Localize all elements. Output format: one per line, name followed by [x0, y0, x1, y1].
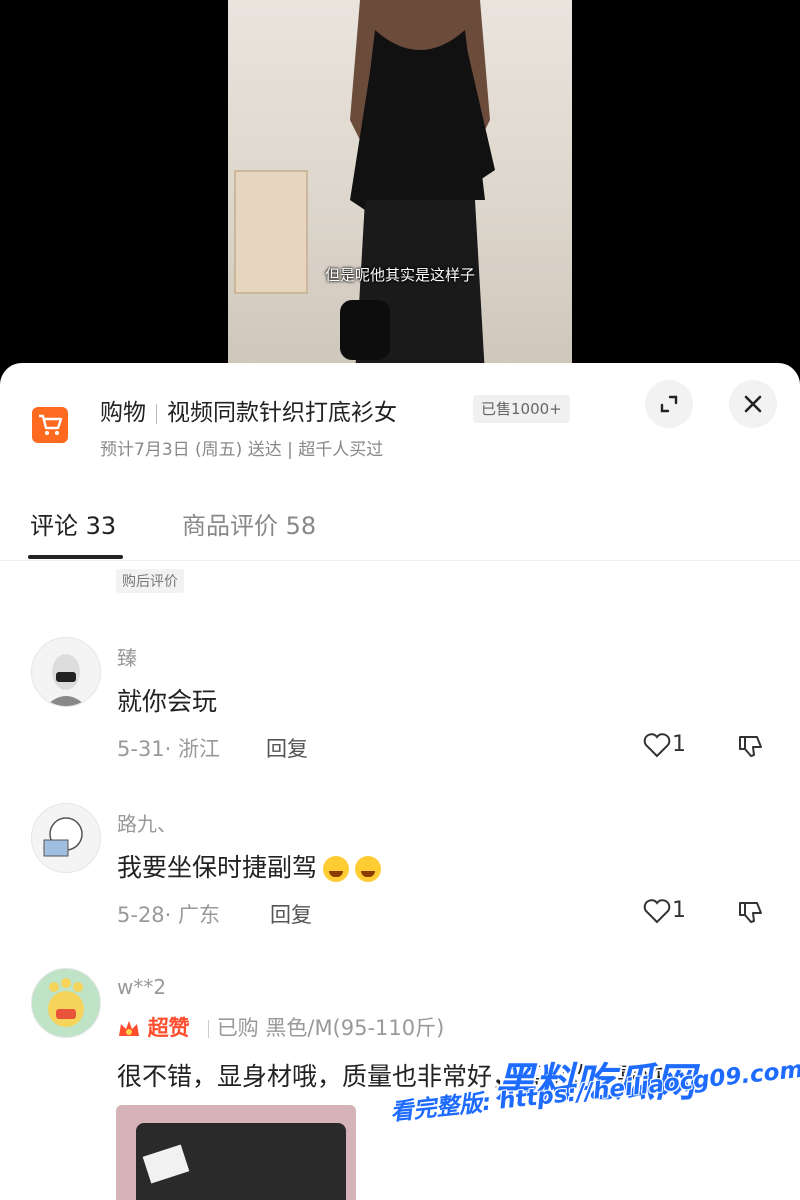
expand-button[interactable]	[645, 380, 693, 428]
comment-tabs: 评论 33 商品评价 58	[0, 500, 800, 561]
crown-icon	[119, 1021, 139, 1036]
heart-icon	[643, 899, 671, 924]
tab-product-reviews[interactable]: 商品评价 58	[182, 506, 316, 541]
comment-text: 我要坐保时捷副驾	[117, 848, 382, 884]
like-button[interactable]: 1	[642, 898, 686, 924]
comment-username[interactable]: 路九、	[117, 808, 177, 837]
delivery-info: 预计7月3日 (周五) 送达 | 超千人买过	[100, 440, 384, 460]
thumbs-down-icon	[739, 736, 762, 757]
video-frame: 但是呢他其实是这样子	[228, 0, 572, 375]
tab-comments[interactable]: 评论 33	[30, 506, 116, 541]
close-icon	[744, 395, 762, 413]
after-purchase-tag: 购后评价	[116, 569, 184, 593]
video-person-figure	[340, 0, 495, 375]
reply-button[interactable]: 回复	[266, 733, 308, 763]
close-button[interactable]	[729, 380, 777, 428]
video-subtitle: 但是呢他其实是这样子	[324, 266, 475, 284]
like-button[interactable]: 1	[642, 732, 686, 758]
avatar[interactable]	[31, 968, 101, 1038]
video-player[interactable]: 但是呢他其实是这样子	[0, 0, 800, 375]
comment-date-location: 5-28· 广东	[117, 903, 221, 927]
reply-button[interactable]: 回复	[270, 899, 312, 929]
purchase-badge-row: 超赞 已购 黑色/M(95-110斤)	[117, 1012, 444, 1042]
badge-divider	[207, 1020, 209, 1038]
avatar[interactable]	[31, 637, 101, 707]
product-category: 购物	[100, 400, 146, 426]
expand-icon	[660, 395, 678, 413]
dislike-button[interactable]	[737, 733, 765, 763]
avatar[interactable]	[31, 803, 101, 873]
comment-date-location: 5-31· 浙江	[117, 737, 221, 761]
comment-text-body: 我要坐保时捷副驾	[117, 853, 318, 882]
product-name: 视频同款针织打底衫女	[167, 400, 397, 426]
active-tab-indicator	[28, 555, 123, 559]
like-count: 1	[672, 732, 686, 757]
comment-username[interactable]: w**2	[117, 975, 166, 999]
product-title[interactable]: 购物 视频同款针织打底衫女	[100, 393, 397, 427]
purchase-info: 已购 黑色/M(95-110斤)	[216, 1016, 445, 1040]
title-divider	[156, 403, 157, 424]
dislike-button[interactable]	[737, 899, 765, 929]
comment-text: 就你会玩	[117, 687, 218, 716]
super-like-badge: 超赞	[147, 1016, 190, 1040]
laughing-crying-emoji-icon	[323, 856, 350, 882]
heart-icon	[643, 733, 671, 758]
like-count: 1	[672, 898, 686, 923]
thumbs-down-icon	[739, 902, 762, 923]
review-photo[interactable]	[116, 1105, 356, 1200]
comment-username[interactable]: 臻	[117, 642, 137, 671]
shopping-cart-icon[interactable]	[32, 407, 68, 443]
sold-count-badge: 已售1000+	[473, 395, 570, 423]
laughing-crying-emoji-icon	[355, 856, 382, 882]
